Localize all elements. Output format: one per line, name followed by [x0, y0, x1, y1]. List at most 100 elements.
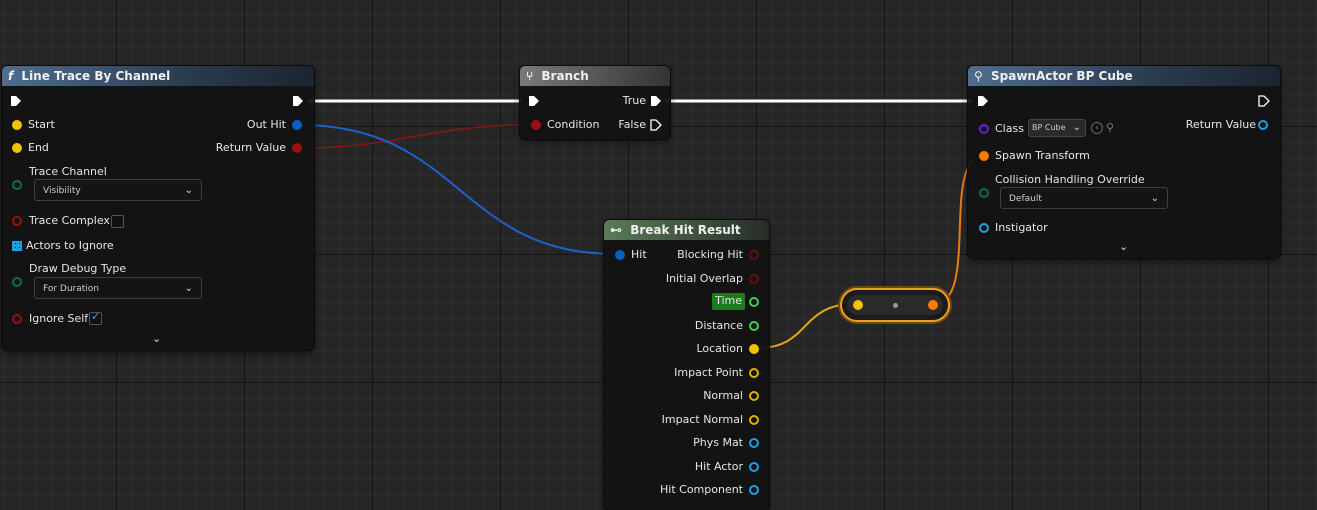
class-label: Class — [995, 122, 1024, 135]
trace-channel-dropdown[interactable]: Visibility ⌄ — [34, 179, 202, 201]
collision-handling-label: Collision Handling Override — [995, 173, 1145, 186]
collision-handling-value: Default — [1009, 194, 1042, 204]
line-trace-header[interactable]: f Line Trace By Channel — [2, 66, 314, 86]
break-hit-header[interactable]: ⊷ Break Hit Result — [604, 220, 769, 240]
exec-in-pin[interactable] — [528, 95, 540, 107]
spawn-return-value-label: Return Value — [1185, 118, 1256, 131]
expand-chevron-icon[interactable]: ⌄ — [152, 332, 161, 345]
condition-pin[interactable] — [531, 120, 541, 130]
impact-point-pin[interactable] — [749, 368, 759, 378]
actors-to-ignore-pin[interactable] — [12, 241, 22, 251]
draw-debug-type-pin[interactable] — [12, 277, 22, 287]
class-pin[interactable] — [979, 124, 989, 134]
draw-debug-type-value: For Duration — [43, 284, 100, 294]
location-label: Location — [696, 342, 743, 355]
use-selected-icon[interactable]: ‹ — [1091, 122, 1103, 134]
draw-debug-type-label: Draw Debug Type — [29, 262, 127, 275]
phys-mat-pin[interactable] — [749, 438, 759, 448]
time-label: Time — [712, 293, 745, 310]
conversion-input-pin[interactable] — [853, 300, 863, 310]
function-icon: f — [8, 69, 14, 83]
actors-to-ignore-label: Actors to Ignore — [26, 239, 114, 252]
hit-component-pin[interactable] — [749, 485, 759, 495]
hit-component-label: Hit Component — [660, 483, 743, 496]
true-exec-pin[interactable] — [650, 95, 662, 107]
exec-out-pin[interactable] — [1258, 95, 1270, 107]
break-struct-icon: ⊷ — [610, 223, 622, 237]
chevron-down-icon: ⌄ — [1072, 122, 1081, 133]
normal-label: Normal — [703, 389, 743, 402]
branch-title: Branch — [541, 69, 589, 83]
spawn-transform-label: Spawn Transform — [995, 149, 1090, 162]
initial-overlap-label: Initial Overlap — [665, 272, 743, 285]
break-hit-result-node[interactable]: ⊷ Break Hit Result Hit Blocking Hit Init… — [604, 220, 769, 510]
trace-channel-label: Trace Channel — [29, 165, 107, 178]
ignore-self-checkbox[interactable] — [89, 310, 102, 325]
false-label: False — [618, 118, 646, 131]
trace-channel-pin[interactable] — [12, 180, 22, 190]
hit-actor-pin[interactable] — [749, 462, 759, 472]
conversion-output-pin[interactable] — [928, 300, 938, 310]
phys-mat-label: Phys Mat — [693, 436, 743, 449]
impact-normal-label: Impact Normal — [661, 413, 743, 426]
location-pin[interactable] — [749, 344, 759, 354]
condition-label: Condition — [547, 118, 600, 131]
conversion-dot-icon — [893, 303, 898, 308]
true-label: True — [622, 94, 646, 107]
chevron-down-icon: ⌄ — [184, 283, 193, 294]
collision-handling-dropdown[interactable]: Default ⌄ — [1000, 187, 1168, 209]
branch-icon: ⑂ — [526, 69, 534, 83]
ignore-self-label: Ignore Self — [29, 312, 89, 325]
exec-in-pin[interactable] — [977, 95, 989, 107]
false-exec-pin[interactable] — [650, 119, 662, 131]
ignore-self-pin[interactable] — [12, 314, 22, 324]
end-pin[interactable] — [12, 143, 22, 153]
impact-normal-pin[interactable] — [749, 415, 759, 425]
conversion-node[interactable] — [840, 288, 950, 322]
out-hit-pin[interactable] — [292, 120, 302, 130]
distance-pin[interactable] — [749, 321, 759, 331]
spawn-transform-pin[interactable] — [979, 151, 989, 161]
instigator-label: Instigator — [995, 221, 1048, 234]
bool-wire-return-to-condition — [299, 124, 529, 149]
exec-out-pin[interactable] — [292, 95, 304, 107]
end-label: End — [28, 141, 49, 154]
trace-complex-pin[interactable] — [12, 216, 22, 226]
trace-complex-label: Trace Complex — [29, 214, 110, 227]
time-pin[interactable] — [749, 297, 759, 307]
collision-handling-pin[interactable] — [979, 188, 989, 198]
hit-label: Hit — [631, 248, 647, 261]
branch-node[interactable]: ⑂ Branch True Condition False — [520, 66, 670, 139]
vector-wire-location-to-reroute — [757, 303, 855, 349]
initial-overlap-pin[interactable] — [749, 274, 759, 284]
exec-in-pin[interactable] — [10, 95, 22, 107]
trace-complex-checkbox[interactable] — [111, 215, 124, 228]
spawn-actor-node[interactable]: ⚲ SpawnActor BP Cube Class BP Cube ⌄ ‹ ⚲… — [968, 66, 1280, 258]
hit-pin[interactable] — [615, 250, 625, 260]
chevron-down-icon: ⌄ — [1150, 193, 1159, 204]
distance-label: Distance — [694, 319, 743, 332]
blocking-hit-label: Blocking Hit — [677, 248, 743, 261]
expand-chevron-icon[interactable]: ⌄ — [1119, 240, 1128, 253]
impact-point-label: Impact Point — [674, 366, 743, 379]
branch-header[interactable]: ⑂ Branch — [520, 66, 670, 86]
line-trace-node[interactable]: f Line Trace By Channel Start End Out Hi… — [2, 66, 314, 350]
draw-debug-type-dropdown[interactable]: For Duration ⌄ — [34, 277, 202, 299]
struct-wire-outhit-to-hit — [299, 124, 615, 255]
return-value-pin[interactable] — [292, 143, 302, 153]
spawn-actor-title: SpawnActor BP Cube — [990, 69, 1133, 83]
spawn-actor-header[interactable]: ⚲ SpawnActor BP Cube — [968, 66, 1280, 86]
start-label: Start — [28, 118, 55, 131]
spawn-return-value-pin[interactable] — [1258, 120, 1268, 130]
return-value-label: Return Value — [215, 141, 286, 154]
start-pin[interactable] — [12, 120, 22, 130]
chevron-down-icon: ⌄ — [184, 185, 193, 196]
spawn-icon: ⚲ — [974, 69, 983, 83]
browse-search-icon[interactable]: ⚲ — [1106, 121, 1114, 134]
class-dropdown[interactable]: BP Cube ⌄ — [1028, 119, 1086, 137]
instigator-pin[interactable] — [979, 223, 989, 233]
trace-channel-value: Visibility — [43, 186, 81, 196]
line-trace-title: Line Trace By Channel — [21, 69, 171, 83]
normal-pin[interactable] — [749, 391, 759, 401]
blocking-hit-pin[interactable] — [749, 250, 759, 260]
